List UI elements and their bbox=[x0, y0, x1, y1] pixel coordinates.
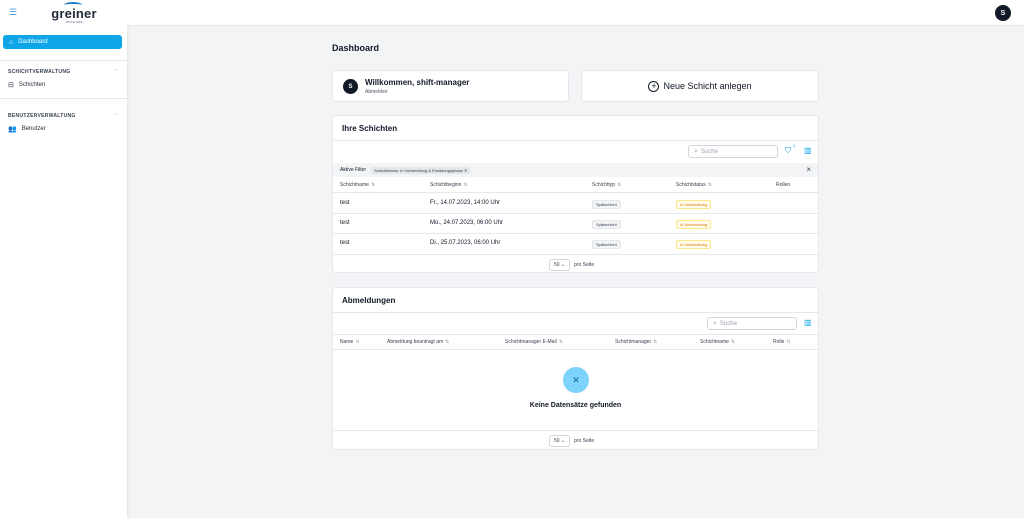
shifts-search-input[interactable]: ⌕ Suche bbox=[688, 145, 778, 158]
divider bbox=[0, 98, 127, 99]
cell-start: Mo., 24.07.2023, 06:00 Uhr bbox=[430, 220, 504, 226]
close-icon[interactable]: ✕ bbox=[464, 168, 467, 173]
deregistrations-search-input[interactable]: ⌕ Suche bbox=[707, 317, 797, 330]
status-badge: In Vorbereitung bbox=[676, 220, 712, 229]
column-header[interactable]: Schichtname ⇅ bbox=[700, 339, 735, 345]
cell-name: test bbox=[340, 220, 350, 226]
home-icon: ⌂ bbox=[9, 38, 14, 46]
divider bbox=[333, 233, 818, 234]
columns-icon[interactable]: ▥ bbox=[804, 146, 812, 155]
briefcase-icon: ⊟ bbox=[8, 82, 14, 89]
type-badge: Spätschicht bbox=[592, 240, 621, 249]
sidebar-item-label: Benutzer bbox=[21, 126, 46, 132]
page-title: Dashboard bbox=[332, 43, 380, 53]
filter-count-badge: 1 bbox=[793, 143, 796, 148]
per-page-label: pro Seite bbox=[574, 262, 595, 268]
filter-chip-text: Schichtstatus: In Vorbereitung & Einladu… bbox=[374, 167, 463, 173]
status-badge: In Vorbereitung bbox=[676, 240, 712, 249]
search-icon: ⌕ bbox=[694, 147, 698, 155]
sidebar-header: ☰ greiner SINCE 1868 bbox=[0, 0, 127, 26]
user-avatar[interactable]: S bbox=[995, 5, 1011, 21]
column-header: Rollen bbox=[776, 182, 791, 188]
sidebar: ⌂ Dashboard SCHICHTVERWALTUNG ⌃ ⊟ Schich… bbox=[0, 26, 127, 518]
columns-icon[interactable]: ▥ bbox=[804, 318, 812, 327]
column-header[interactable]: Schichtbeginn ⇅ bbox=[430, 182, 468, 188]
logo-subtext: SINCE 1868 bbox=[65, 20, 83, 24]
cell-name: test bbox=[340, 200, 350, 206]
chevron-down-icon: ⌄ bbox=[560, 438, 566, 444]
divider bbox=[333, 140, 818, 141]
section-label: SCHICHTVERWALTUNG bbox=[8, 69, 71, 75]
column-header[interactable]: Schichtmanager ⇅ bbox=[615, 339, 657, 345]
logout-link[interactable]: Abmelden bbox=[365, 89, 388, 95]
users-icon: 👥 bbox=[8, 126, 17, 133]
divider bbox=[0, 60, 127, 61]
per-page-label: pro Seite bbox=[574, 438, 595, 444]
pagination: 50 ⌄ pro Seite bbox=[549, 259, 594, 271]
new-shift-label: Neue Schicht anlegen bbox=[663, 81, 752, 91]
type-badge: Spätschicht bbox=[592, 200, 621, 209]
section-label: BENUTZERVERWALTUNG bbox=[8, 113, 76, 119]
logo-text: greiner bbox=[51, 6, 97, 21]
sidebar-item-shifts[interactable]: ⊟ Schichten bbox=[8, 81, 45, 89]
chevron-up-icon: ⌃ bbox=[113, 69, 118, 75]
cell-start: Fr., 14.07.2023, 14:00 Uhr bbox=[430, 200, 501, 206]
plus-circle-icon: + bbox=[648, 80, 660, 92]
section-shift-management[interactable]: SCHICHTVERWALTUNG ⌃ bbox=[8, 69, 118, 75]
column-header[interactable]: Schichtname ⇅ bbox=[340, 182, 375, 188]
column-header[interactable]: Schichtmanager E-Mail ⇅ bbox=[505, 339, 563, 345]
status-badge: In Vorbereitung bbox=[676, 200, 712, 209]
chevron-down-icon: ⌄ bbox=[560, 262, 566, 268]
divider bbox=[333, 254, 818, 255]
column-header[interactable]: Abmeldung beantragt am ⇅ bbox=[387, 339, 449, 345]
greiner-logo: greiner SINCE 1868 bbox=[50, 2, 98, 24]
cell-start: Di., 25.07.2023, 06:00 Uhr bbox=[430, 240, 501, 246]
new-shift-button[interactable]: + Neue Schicht anlegen bbox=[581, 70, 819, 102]
sidebar-item-label: Dashboard bbox=[18, 39, 48, 45]
sidebar-item-users[interactable]: 👥 Benutzer bbox=[8, 125, 46, 133]
close-icon: ✕ bbox=[563, 367, 589, 393]
pagination: 50 ⌄ pro Seite bbox=[549, 435, 594, 447]
page-size-select[interactable]: 50 ⌄ bbox=[549, 259, 571, 271]
search-placeholder: Suche bbox=[700, 148, 718, 155]
top-bar: S bbox=[0, 0, 1024, 26]
search-icon: ⌕ bbox=[713, 319, 717, 327]
column-header[interactable]: Name ⇅ bbox=[340, 339, 360, 345]
active-filter-label: Aktive Filter bbox=[340, 167, 367, 173]
welcome-card: S Willkommen, shift-manager Abmelden bbox=[332, 70, 569, 102]
section-user-management[interactable]: BENUTZERVERWALTUNG ⌃ bbox=[8, 113, 118, 119]
cell-name: test bbox=[340, 240, 350, 246]
welcome-avatar: S bbox=[343, 79, 358, 94]
shifts-title: Ihre Schichten bbox=[342, 124, 398, 133]
column-header[interactable]: Schichtstatus ⇅ bbox=[676, 182, 712, 188]
welcome-title: Willkommen, shift-manager bbox=[365, 78, 470, 87]
search-placeholder: Suche bbox=[719, 320, 737, 327]
divider bbox=[333, 213, 818, 214]
divider bbox=[333, 349, 818, 350]
page-size-select[interactable]: 50 ⌄ bbox=[549, 435, 571, 447]
deregistrations-card: Abmeldungen ⌕ Suche ▥ Name ⇅ Abmeldung be… bbox=[332, 287, 819, 450]
column-header[interactable]: Rolle ⇅ bbox=[773, 339, 791, 345]
sidebar-item-dashboard[interactable]: ⌂ Dashboard bbox=[3, 35, 122, 49]
divider bbox=[333, 312, 818, 313]
active-filter-bar: Aktive Filter Schichtstatus: In Vorberei… bbox=[333, 163, 818, 177]
hamburger-icon[interactable]: ☰ bbox=[9, 8, 17, 17]
column-header[interactable]: Schichttyp ⇅ bbox=[592, 182, 621, 188]
filter-chip[interactable]: Schichtstatus: In Vorbereitung & Einladu… bbox=[371, 166, 471, 174]
clear-filters-icon[interactable]: × bbox=[806, 165, 811, 174]
divider bbox=[333, 430, 818, 431]
chevron-up-icon: ⌃ bbox=[113, 113, 118, 119]
deregistrations-title: Abmeldungen bbox=[342, 296, 396, 305]
divider bbox=[333, 334, 818, 335]
divider bbox=[333, 192, 818, 193]
type-badge: Spätschicht bbox=[592, 220, 621, 229]
sidebar-item-label: Schichten bbox=[18, 82, 46, 88]
shifts-card: Ihre Schichten ⌕ Suche ⛉ 1 ▥ Aktive Filt… bbox=[332, 115, 819, 273]
empty-state-text: Keine Datensätze gefunden bbox=[529, 402, 622, 409]
filter-icon[interactable]: ⛉ bbox=[785, 146, 791, 156]
